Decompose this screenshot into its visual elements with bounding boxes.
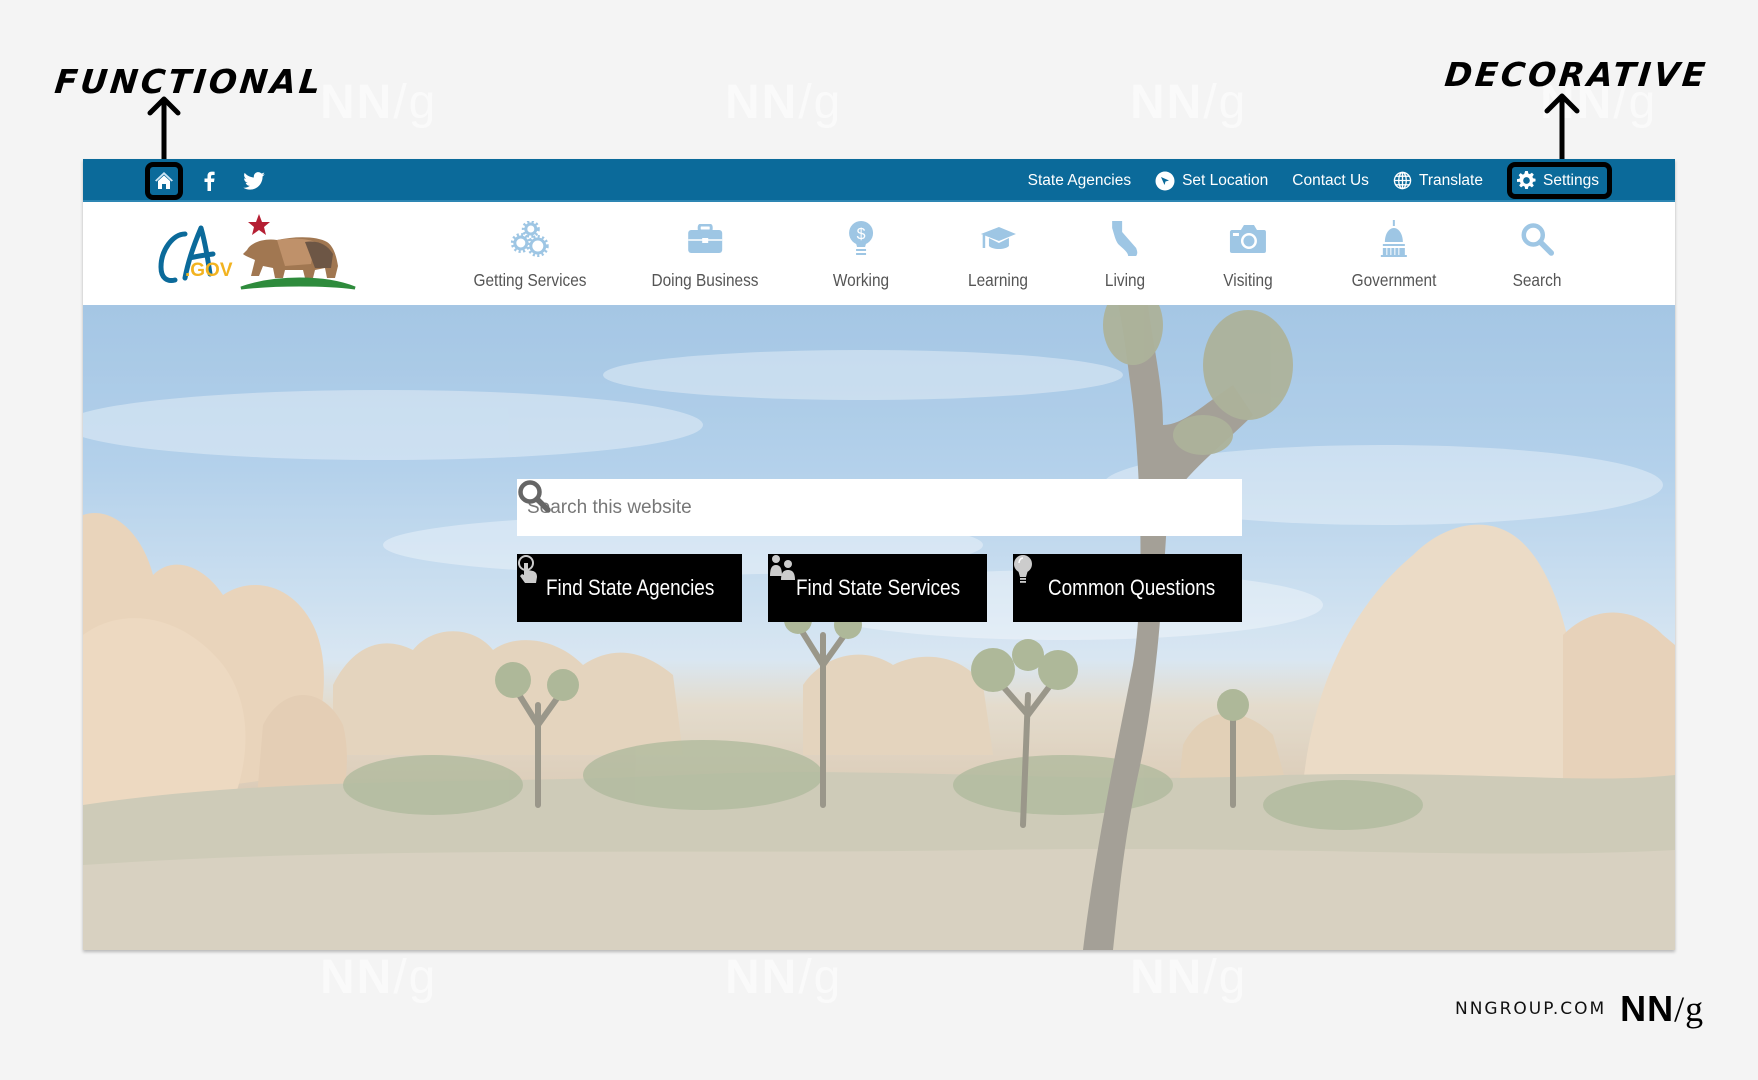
nav-label: Search bbox=[1512, 270, 1562, 290]
watermark: NN/g bbox=[725, 951, 843, 1004]
twitter-link[interactable] bbox=[235, 162, 273, 200]
nav-search[interactable]: Search bbox=[1509, 204, 1564, 305]
utility-social-links bbox=[145, 159, 280, 202]
globe-icon bbox=[1393, 171, 1412, 190]
briefcase-icon bbox=[687, 218, 723, 260]
nav-doing-business[interactable]: Doing Business bbox=[644, 204, 766, 305]
nav-working[interactable]: $ Working bbox=[829, 204, 893, 305]
nav-label: Government bbox=[1351, 270, 1437, 290]
dollar-bulb-icon: $ bbox=[848, 218, 874, 260]
cta-label: Common Questions bbox=[1047, 575, 1215, 600]
main-nav: Getting Services Doing Business $ Workin… bbox=[83, 204, 1675, 305]
nav-label: Working bbox=[832, 270, 890, 290]
site-search-button[interactable] bbox=[518, 479, 1242, 536]
state-agencies-label: State Agencies bbox=[1027, 171, 1132, 189]
nav-label: Doing Business bbox=[651, 270, 759, 290]
home-icon bbox=[155, 171, 173, 189]
nav-living[interactable]: Living bbox=[1102, 204, 1148, 305]
utility-bar: State Agencies Set Location Contact Us T… bbox=[83, 159, 1675, 202]
arrow-functional-icon bbox=[147, 96, 181, 167]
nav-learning[interactable]: Learning bbox=[964, 204, 1032, 305]
find-state-services-button[interactable]: Find State Services bbox=[768, 554, 987, 622]
california-icon bbox=[1110, 218, 1140, 260]
nngroup-branding: NNGROUP.COM NN/g bbox=[1455, 988, 1704, 1030]
search-icon bbox=[1520, 218, 1554, 260]
settings-label: Settings bbox=[1542, 171, 1599, 189]
gear-icon bbox=[1516, 171, 1536, 190]
cta-label: Find State Agencies bbox=[546, 575, 715, 600]
camera-icon bbox=[1229, 218, 1267, 260]
arrow-decorative-icon bbox=[1544, 93, 1580, 168]
hero-banner: Find State Agencies Find State Services … bbox=[83, 305, 1675, 950]
annotation-functional: FUNCTIONAL bbox=[52, 62, 326, 101]
capitol-icon bbox=[1379, 218, 1409, 260]
annotation-decorative: DECORATIVE bbox=[1442, 55, 1710, 94]
nav-visiting[interactable]: Visiting bbox=[1220, 204, 1276, 305]
graduation-cap-icon bbox=[979, 218, 1017, 260]
twitter-icon bbox=[243, 171, 265, 190]
settings-link[interactable]: Settings bbox=[1506, 162, 1612, 199]
nng-logo-slash: /g bbox=[1674, 989, 1705, 1029]
watermark: NN/g bbox=[320, 951, 438, 1004]
cta-label: Find State Services bbox=[796, 575, 961, 600]
website-screenshot: State Agencies Set Location Contact Us T… bbox=[83, 159, 1675, 950]
nav-label: Getting Services bbox=[473, 270, 587, 290]
facebook-link[interactable] bbox=[190, 162, 228, 200]
translate-label: Translate bbox=[1418, 171, 1483, 189]
site-search-form bbox=[517, 479, 1242, 536]
search-icon bbox=[518, 480, 551, 513]
site-header: .GOV Getting Services Doing Business $ W… bbox=[83, 204, 1675, 305]
location-icon bbox=[1155, 171, 1175, 191]
utility-links: State Agencies Set Location Contact Us T… bbox=[1028, 159, 1675, 202]
set-location-label: Set Location bbox=[1182, 171, 1269, 189]
nng-logo-bold: NN bbox=[1620, 988, 1675, 1029]
nav-getting-services[interactable]: Getting Services bbox=[466, 204, 594, 305]
watermark: NN/g bbox=[725, 76, 843, 129]
nav-label: Living bbox=[1104, 270, 1146, 290]
svg-text:$: $ bbox=[857, 226, 866, 243]
home-link[interactable] bbox=[145, 161, 183, 200]
nng-logo: NN/g bbox=[1620, 988, 1704, 1030]
state-agencies-link[interactable]: State Agencies bbox=[1028, 172, 1131, 190]
hero-overlay bbox=[83, 305, 1675, 950]
common-questions-button[interactable]: Common Questions bbox=[1013, 554, 1242, 622]
gears-icon bbox=[510, 218, 549, 260]
translate-link[interactable]: Translate bbox=[1393, 171, 1483, 190]
nav-label: Learning bbox=[968, 270, 1028, 290]
watermark: NN/g bbox=[320, 76, 438, 129]
nav-label: Visiting bbox=[1223, 270, 1273, 290]
facebook-icon bbox=[204, 171, 215, 191]
nav-government[interactable]: Government bbox=[1346, 204, 1442, 305]
watermark: NN/g bbox=[1130, 951, 1248, 1004]
set-location-link[interactable]: Set Location bbox=[1155, 171, 1268, 191]
find-state-agencies-button[interactable]: Find State Agencies bbox=[517, 554, 742, 622]
site-search-input[interactable] bbox=[517, 479, 1186, 536]
contact-us-link[interactable]: Contact Us bbox=[1292, 172, 1369, 190]
watermark: NN/g bbox=[1130, 76, 1248, 129]
contact-us-label: Contact Us bbox=[1292, 171, 1369, 189]
brand-url: NNGROUP.COM bbox=[1455, 999, 1607, 1019]
